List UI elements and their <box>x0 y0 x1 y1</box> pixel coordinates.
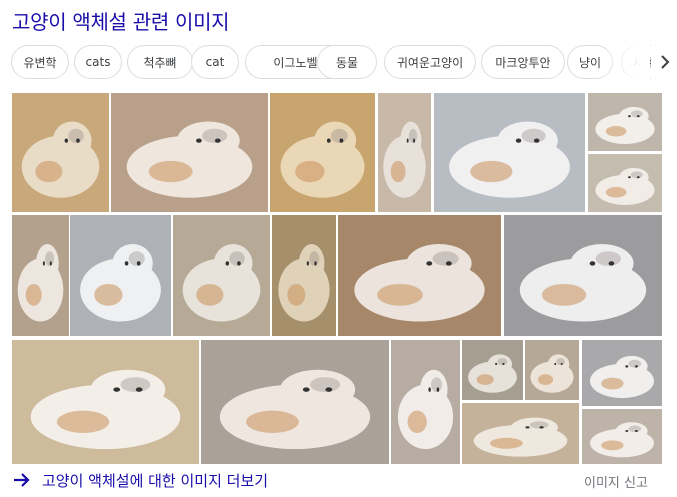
image-thumbnail-13[interactable] <box>504 215 662 336</box>
chips-fade-overlay <box>600 40 650 84</box>
image-thumbnail-1[interactable] <box>12 93 109 212</box>
chip-0[interactable]: 유변학 <box>11 45 69 79</box>
chip-7[interactable]: 마크앙투안 <box>481 45 565 79</box>
cat-image <box>378 93 431 212</box>
arrow-right-icon <box>14 473 30 487</box>
cat-image <box>201 340 389 464</box>
chip-5[interactable]: 동물 <box>317 45 377 79</box>
cat-image <box>588 93 662 151</box>
cat-image <box>504 215 662 336</box>
image-thumbnail-20[interactable] <box>462 403 579 464</box>
related-search-chips: 유변학cats척추뼈cat이그노벨상동물귀여운고양이마크앙투안냥이세계 <box>11 45 651 81</box>
cat-image <box>272 215 336 336</box>
image-thumbnail-4[interactable] <box>378 93 431 212</box>
cat-image <box>462 403 579 464</box>
image-thumbnail-15[interactable] <box>201 340 389 464</box>
cat-image <box>70 215 171 336</box>
cat-image <box>270 93 375 212</box>
image-thumbnail-19[interactable] <box>582 340 662 406</box>
image-thumbnail-8[interactable] <box>12 215 69 336</box>
image-thumbnail-21[interactable] <box>582 409 662 464</box>
image-thumbnail-17[interactable] <box>462 340 523 400</box>
cat-image <box>391 340 460 464</box>
cat-image <box>12 340 199 464</box>
cat-image <box>338 215 501 336</box>
image-thumbnail-12[interactable] <box>338 215 501 336</box>
cat-image <box>12 215 69 336</box>
cat-image <box>588 154 662 212</box>
image-thumbnail-6[interactable] <box>588 93 662 151</box>
image-thumbnail-5[interactable] <box>434 93 585 212</box>
cat-image <box>12 93 109 212</box>
cat-image <box>582 409 662 464</box>
cat-image <box>434 93 585 212</box>
image-thumbnail-16[interactable] <box>391 340 460 464</box>
cat-image <box>525 340 579 400</box>
image-thumbnail-11[interactable] <box>272 215 336 336</box>
cat-image <box>111 93 268 212</box>
report-images-link[interactable]: 이미지 신고 <box>584 472 648 491</box>
more-images-link[interactable]: 고양이 액체설에 대한 이미지 더보기 <box>12 468 268 492</box>
image-thumbnail-10[interactable] <box>173 215 270 336</box>
image-thumbnail-7[interactable] <box>588 154 662 212</box>
image-thumbnail-14[interactable] <box>12 340 199 464</box>
chevron-right-icon <box>661 55 670 69</box>
image-thumbnail-9[interactable] <box>70 215 171 336</box>
cat-image <box>462 340 523 400</box>
image-thumbnail-18[interactable] <box>525 340 579 400</box>
chips-next-button[interactable] <box>653 50 677 74</box>
chip-6[interactable]: 귀여운고양이 <box>384 45 476 79</box>
more-images-label: 고양이 액체설에 대한 이미지 더보기 <box>42 471 269 490</box>
image-thumbnail-2[interactable] <box>111 93 268 212</box>
section-title[interactable]: 고양이 액체설 관련 이미지 <box>12 6 230 35</box>
chip-2[interactable]: 척추뼈 <box>127 45 193 79</box>
chip-3[interactable]: cat <box>191 45 239 79</box>
image-thumbnail-3[interactable] <box>270 93 375 212</box>
cat-image <box>173 215 270 336</box>
chip-1[interactable]: cats <box>74 45 122 79</box>
cat-image <box>582 340 662 406</box>
